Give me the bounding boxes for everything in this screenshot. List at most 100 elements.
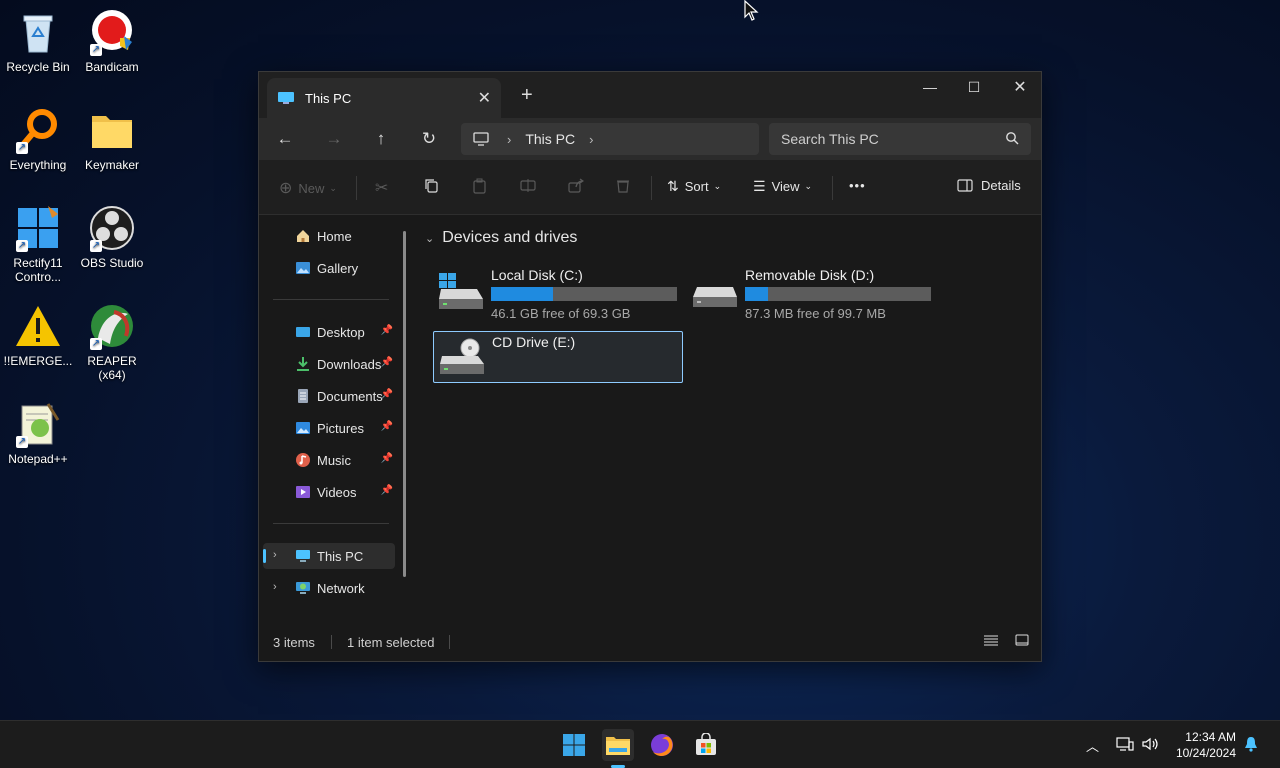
content-area: Home Gallery Desktop 📌 Downloads 📌 Docum… xyxy=(259,215,1041,661)
chevron-down-icon: ⌄ xyxy=(329,182,337,193)
view-button[interactable]: ☰ View ⌄ xyxy=(753,178,812,195)
chevron-right-icon[interactable]: › xyxy=(273,581,277,593)
chevron-down-icon: ⌄ xyxy=(713,181,722,191)
chevron-right-icon[interactable]: › xyxy=(507,132,511,147)
maximize-button[interactable]: ☐ xyxy=(951,72,997,102)
sidebar-item-downloads[interactable]: Downloads 📌 xyxy=(273,351,395,377)
status-divider xyxy=(331,635,332,649)
drive-usage-fill xyxy=(745,287,769,301)
everything-icon: ↗ xyxy=(14,106,62,154)
desktop-icon-everything[interactable]: ↗ Everything xyxy=(0,106,76,172)
title-bar[interactable]: This PC ✕ + — ☐ ✕ xyxy=(259,72,1041,118)
tiles-view-icon[interactable] xyxy=(1015,633,1029,650)
removable-disk-icon xyxy=(693,287,737,307)
desktop-icon-notepadpp[interactable]: ↗ Notepad++ xyxy=(0,400,76,466)
sidebar-item-videos[interactable]: Videos 📌 xyxy=(273,479,395,505)
chevron-right-icon[interactable]: › xyxy=(273,549,277,561)
sidebar-item-label: Gallery xyxy=(317,260,359,276)
volume-icon[interactable] xyxy=(1141,736,1159,755)
pin-icon: 📌 xyxy=(380,485,393,496)
desktop-icon-keymaker[interactable]: Keymaker xyxy=(74,106,150,172)
taskbar-firefox[interactable] xyxy=(646,729,678,761)
chevron-right-icon[interactable]: › xyxy=(589,132,593,147)
drive-free-space: 87.3 MB free of 99.7 MB xyxy=(745,306,886,321)
file-explorer-window[interactable]: This PC ✕ + — ☐ ✕ ← → ↑ ↻ › This PC › Se… xyxy=(258,71,1042,662)
address-bar[interactable]: › This PC › xyxy=(461,123,759,155)
navigation-pane[interactable]: Home Gallery Desktop 📌 Downloads 📌 Docum… xyxy=(259,215,409,620)
folder-icon xyxy=(88,106,136,154)
new-button[interactable]: ⊕ New ⌄ xyxy=(279,178,337,198)
new-tab-button[interactable]: + xyxy=(521,84,533,107)
system-clock[interactable]: 12:34 AM 10/24/2024 xyxy=(1176,729,1236,761)
paste-icon[interactable] xyxy=(472,178,487,194)
sidebar-item-desktop[interactable]: Desktop 📌 xyxy=(273,319,395,345)
desktop-icon-rectify11[interactable]: ↗ Rectify11 Contro... xyxy=(0,204,76,284)
start-button[interactable] xyxy=(558,729,590,761)
navigation-bar: ← → ↑ ↻ › This PC › Search This PC xyxy=(259,118,1041,160)
recycle-bin-icon xyxy=(14,8,62,56)
share-icon[interactable] xyxy=(568,178,584,193)
tab-this-pc[interactable]: This PC ✕ xyxy=(267,78,501,118)
up-button[interactable]: ↑ xyxy=(369,128,393,152)
sidebar-item-label: Pictures xyxy=(317,420,364,436)
desktop-icon-reaper[interactable]: ↗ REAPER (x64) xyxy=(74,302,150,382)
drive-usage-bar xyxy=(491,287,677,301)
sidebar-item-music[interactable]: Music 📌 xyxy=(273,447,395,473)
desktop-icon-bandicam[interactable]: ↗ Bandicam xyxy=(74,8,150,74)
video-icon xyxy=(295,484,311,500)
rename-icon[interactable] xyxy=(520,178,536,193)
sidebar-item-pictures[interactable]: Pictures 📌 xyxy=(273,415,395,441)
details-pane-button[interactable]: Details xyxy=(957,178,1021,193)
drive-tile-d[interactable]: Removable Disk (D:) 87.3 MB free of 99.7… xyxy=(687,265,937,321)
sort-button[interactable]: ⇅ Sort ⌄ xyxy=(667,178,721,195)
breadcrumb-this-pc[interactable]: This PC xyxy=(525,131,575,147)
shortcut-arrow-icon: ↗ xyxy=(16,240,28,252)
cut-icon[interactable]: ✂ xyxy=(375,178,388,198)
group-header-devices[interactable]: ⌄ Devices and drives xyxy=(425,229,577,247)
refresh-button[interactable]: ↻ xyxy=(417,128,441,152)
drive-tile-c[interactable]: Local Disk (C:) 46.1 GB free of 69.3 GB xyxy=(433,265,683,321)
desktop-icon-label: Everything xyxy=(9,158,67,172)
pin-icon: 📌 xyxy=(380,453,393,464)
chevron-down-icon[interactable]: ⌄ xyxy=(425,232,434,245)
status-bar: 3 items 1 item selected xyxy=(259,623,1041,661)
sidebar-item-this-pc[interactable]: › This PC xyxy=(263,543,395,569)
desktop-icon-obs[interactable]: ↗ OBS Studio xyxy=(74,204,150,270)
show-hidden-icons-chevron-up-icon[interactable]: ︿ xyxy=(1086,736,1099,755)
minimize-button[interactable]: — xyxy=(907,72,953,102)
desktop-icon-recycle-bin[interactable]: Recycle Bin xyxy=(0,8,76,74)
details-view-icon[interactable] xyxy=(983,633,999,650)
close-tab-icon[interactable]: ✕ xyxy=(478,88,491,108)
search-input[interactable]: Search This PC xyxy=(769,123,1031,155)
file-list-area[interactable]: ⌄ Devices and drives Local Disk (C:) 46.… xyxy=(417,215,1041,620)
forward-button[interactable]: → xyxy=(322,128,346,152)
view-list-icon: ☰ xyxy=(753,178,766,194)
windows-logo-icon xyxy=(563,734,585,756)
taskbar-file-explorer[interactable] xyxy=(602,729,634,761)
drive-tile-e[interactable]: CD Drive (E:) xyxy=(433,331,683,383)
notification-bell-icon[interactable] xyxy=(1244,736,1258,755)
desktop-icon-emergency[interactable]: !!EMERGE... xyxy=(0,302,76,368)
more-options-button[interactable]: ••• xyxy=(849,178,866,193)
sidebar-item-documents[interactable]: Documents 📌 xyxy=(273,383,395,409)
sidebar-item-gallery[interactable]: Gallery xyxy=(273,255,395,281)
network-status-icon[interactable] xyxy=(1116,736,1134,755)
sort-button-label: Sort xyxy=(684,179,709,194)
copy-icon[interactable] xyxy=(424,178,439,193)
close-button[interactable]: ✕ xyxy=(997,72,1043,102)
desktop-icon-label: Keymaker xyxy=(84,158,140,172)
sidebar-item-label: Videos xyxy=(317,484,357,500)
sidebar-item-label: Downloads xyxy=(317,356,382,372)
document-icon xyxy=(295,388,311,404)
sidebar-scrollbar[interactable] xyxy=(403,231,406,577)
shortcut-arrow-icon: ↗ xyxy=(90,240,102,252)
chevron-down-icon: ⌄ xyxy=(804,181,813,191)
details-button-label: Details xyxy=(981,178,1021,193)
delete-icon[interactable] xyxy=(616,178,630,193)
back-button[interactable]: ← xyxy=(273,128,297,152)
taskbar-microsoft-store[interactable] xyxy=(690,729,722,761)
desktop-icon-label: !!EMERGE... xyxy=(3,354,73,368)
sidebar-item-home[interactable]: Home xyxy=(273,223,395,249)
pin-icon: 📌 xyxy=(380,389,393,400)
sidebar-item-network[interactable]: › Network xyxy=(263,575,395,601)
